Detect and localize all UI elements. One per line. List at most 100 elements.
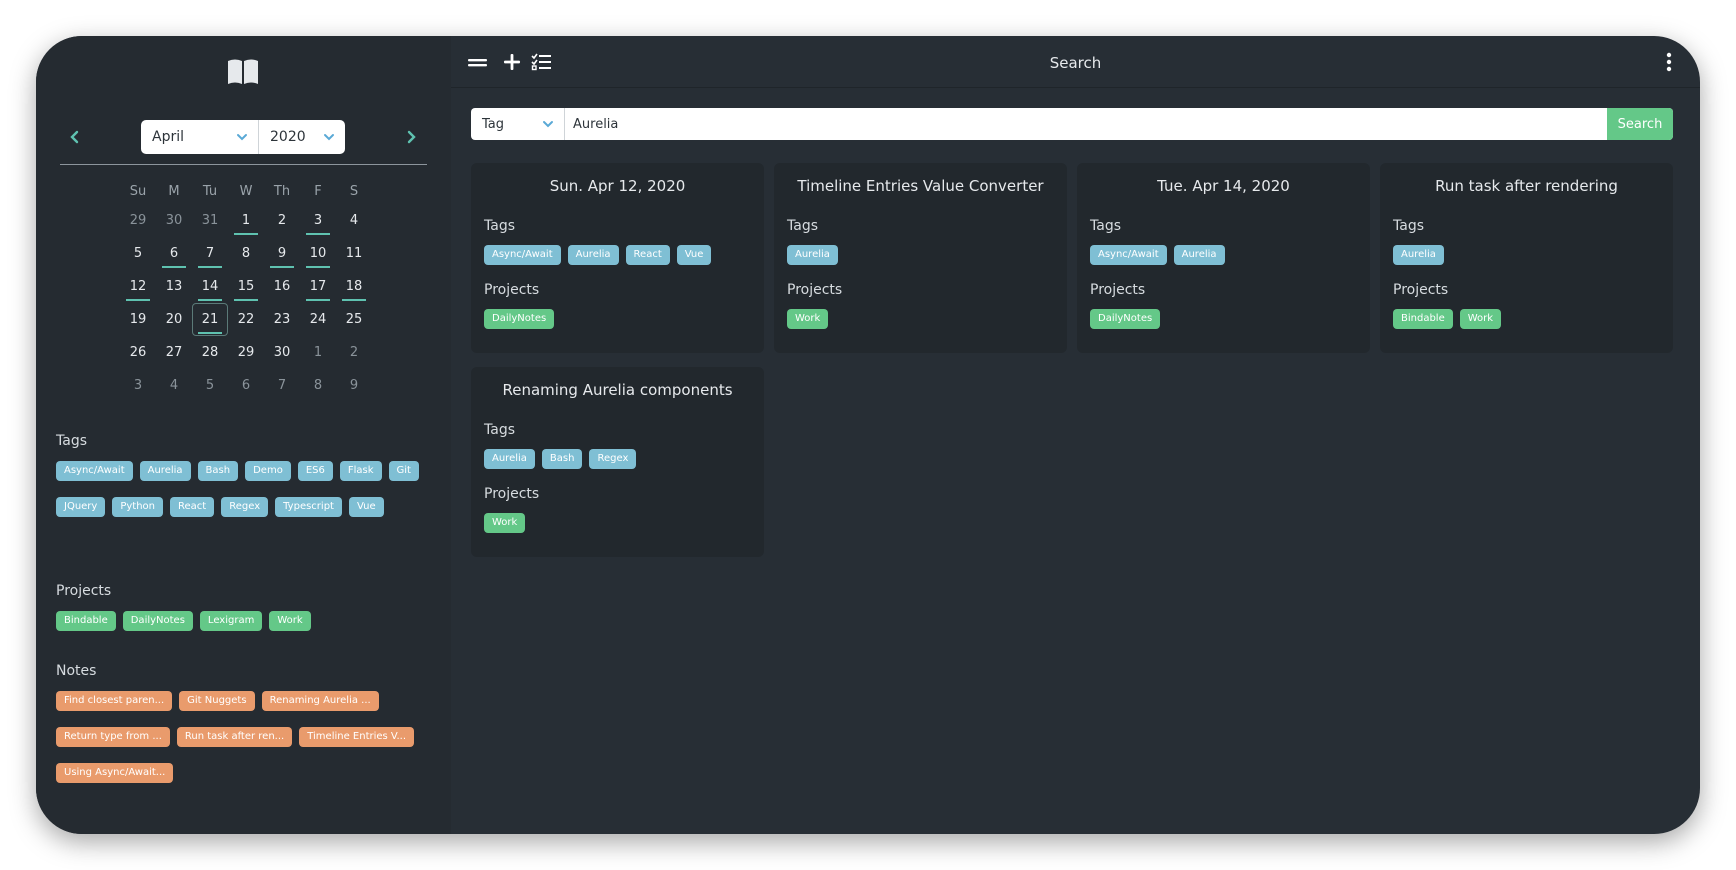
tag-chip-async-await[interactable]: Async/Await	[484, 245, 561, 265]
calendar-day[interactable]: 4	[156, 369, 192, 402]
calendar-day[interactable]: 7	[192, 237, 228, 270]
chevron-right-icon[interactable]	[402, 128, 420, 146]
calendar-day[interactable]: 24	[300, 303, 336, 336]
calendar-day[interactable]: 27	[156, 336, 192, 369]
calendar-day[interactable]: 25	[336, 303, 372, 336]
calendar-day[interactable]: 16	[264, 270, 300, 303]
calendar-day[interactable]: 6	[228, 369, 264, 402]
tag-chip-demo[interactable]: Demo	[245, 461, 291, 481]
calendar-day[interactable]: 13	[156, 270, 192, 303]
calendar-day[interactable]: 2	[264, 204, 300, 237]
calendar-day[interactable]: 5	[192, 369, 228, 402]
calendar-day[interactable]: 1	[300, 336, 336, 369]
calendar-day[interactable]: 3	[300, 204, 336, 237]
month-select[interactable]: April	[141, 120, 259, 154]
note-chip-find-closest-paren[interactable]: Find closest paren...	[56, 691, 173, 711]
calendar-day[interactable]: 28	[192, 336, 228, 369]
calendar-day[interactable]: 9	[336, 369, 372, 402]
tag-chip-regex[interactable]: Regex	[589, 449, 637, 469]
tag-chip-jquery[interactable]: JQuery	[56, 497, 106, 517]
calendar-day[interactable]: 30	[156, 204, 192, 237]
calendar-day[interactable]: 2	[336, 336, 372, 369]
calendar-day[interactable]: 1	[228, 204, 264, 237]
calendar-day-number: 3	[133, 378, 143, 393]
note-chip-return-type-from[interactable]: Return type from ...	[56, 727, 170, 747]
calendar-day[interactable]: 29	[228, 336, 264, 369]
tag-chip-python[interactable]: Python	[112, 497, 164, 517]
project-chip-bindable[interactable]: Bindable	[56, 611, 116, 631]
calendar-day[interactable]: 26	[120, 336, 156, 369]
tag-chip-es6[interactable]: ES6	[297, 461, 333, 481]
project-chip-bindable[interactable]: Bindable	[1393, 309, 1453, 329]
result-card[interactable]: Renaming Aurelia components Tags Aurelia Ba…	[471, 367, 764, 557]
note-chip-renaming-aurelia[interactable]: Renaming Aurelia ...	[261, 691, 379, 711]
tag-chip-aurelia[interactable]: Aurelia	[567, 245, 619, 265]
tag-chip-aurelia[interactable]: Aurelia	[1173, 245, 1225, 265]
project-chip-dailynotes[interactable]: DailyNotes	[1090, 309, 1161, 329]
card-projects-label: Projects	[787, 282, 843, 298]
calendar-day[interactable]: 5	[120, 237, 156, 270]
tag-chip-typescript[interactable]: Typescript	[275, 497, 342, 517]
calendar-day[interactable]: 12	[120, 270, 156, 303]
calendar-day[interactable]: 11	[336, 237, 372, 270]
tag-chip-react[interactable]: React	[625, 245, 670, 265]
project-chip-work[interactable]: Work	[269, 611, 311, 631]
calendar-day[interactable]: 15	[228, 270, 264, 303]
calendar-day[interactable]: 14	[192, 270, 228, 303]
tag-chip-aurelia[interactable]: Aurelia	[787, 245, 838, 265]
calendar-day[interactable]: 31	[192, 204, 228, 237]
project-chip-dailynotes[interactable]: DailyNotes	[484, 309, 555, 329]
search-input[interactable]	[565, 108, 1607, 140]
calendar-day[interactable]: 9	[264, 237, 300, 270]
year-select[interactable]: 2020	[259, 120, 345, 154]
calendar-day[interactable]: 8	[300, 369, 336, 402]
project-chip-lexigram[interactable]: Lexigram	[199, 611, 263, 631]
calendar-day[interactable]: 8	[228, 237, 264, 270]
kebab-icon[interactable]	[1666, 52, 1672, 72]
calendar-day[interactable]: 23	[264, 303, 300, 336]
search-button[interactable]: Search	[1607, 108, 1673, 140]
result-card[interactable]: Run task after rendering Tags Aurelia Proje…	[1380, 163, 1673, 353]
tag-chip-vue[interactable]: Vue	[348, 497, 384, 517]
tag-chip-vue[interactable]: Vue	[676, 245, 712, 265]
project-chip-dailynotes[interactable]: DailyNotes	[122, 611, 193, 631]
note-chip-using-async-await[interactable]: Using Async/Await...	[56, 763, 174, 783]
calendar-day-number: 19	[129, 312, 147, 327]
tag-chip-flask[interactable]: Flask	[339, 461, 382, 481]
calendar-day[interactable]: 20	[156, 303, 192, 336]
project-chip-work[interactable]: Work	[787, 309, 829, 329]
project-chip-work[interactable]: Work	[1459, 309, 1502, 329]
tag-chip-aurelia[interactable]: Aurelia	[484, 449, 535, 469]
tag-chip-aurelia[interactable]: Aurelia	[139, 461, 191, 481]
calendar-day[interactable]: 10	[300, 237, 336, 270]
tag-chip-regex[interactable]: Regex	[221, 497, 269, 517]
note-chip-run-task-after-ren[interactable]: Run task after ren...	[176, 727, 293, 747]
tag-chip-react[interactable]: React	[170, 497, 215, 517]
open-book-icon[interactable]	[226, 58, 260, 86]
calendar-day[interactable]: 18	[336, 270, 372, 303]
calendar-day[interactable]: 29	[120, 204, 156, 237]
project-chip-work[interactable]: Work	[484, 513, 526, 533]
search-type-select[interactable]: Tag	[471, 108, 565, 140]
tag-chip-bash[interactable]: Bash	[197, 461, 239, 481]
result-card[interactable]: Sun. Apr 12, 2020 Tags Async/Await Aurelia R…	[471, 163, 764, 353]
calendar-day[interactable]: 4	[336, 204, 372, 237]
note-chip-git-nuggets[interactable]: Git Nuggets	[179, 691, 255, 711]
tag-chip-async-await[interactable]: Async/Await	[1090, 245, 1167, 265]
calendar-day[interactable]: 7	[264, 369, 300, 402]
calendar-day[interactable]: 17	[300, 270, 336, 303]
calendar-day-today[interactable]: 21	[192, 303, 228, 336]
tag-chip-bash[interactable]: Bash	[541, 449, 583, 469]
calendar-day[interactable]: 6	[156, 237, 192, 270]
note-chip-timeline-entries-v[interactable]: Timeline Entries V...	[299, 727, 415, 747]
tag-chip-aurelia[interactable]: Aurelia	[1393, 245, 1444, 265]
calendar-day[interactable]: 3	[120, 369, 156, 402]
tag-chip-git[interactable]: Git	[388, 461, 419, 481]
calendar-day[interactable]: 19	[120, 303, 156, 336]
chevron-left-icon[interactable]	[66, 128, 84, 146]
tag-chip-async-await[interactable]: Async/Await	[56, 461, 133, 481]
result-card[interactable]: Tue. Apr 14, 2020 Tags Async/Await Aurelia P…	[1077, 163, 1370, 353]
result-card[interactable]: Timeline Entries Value Converter Tags Aure…	[774, 163, 1067, 353]
calendar-day[interactable]: 30	[264, 336, 300, 369]
calendar-day[interactable]: 22	[228, 303, 264, 336]
